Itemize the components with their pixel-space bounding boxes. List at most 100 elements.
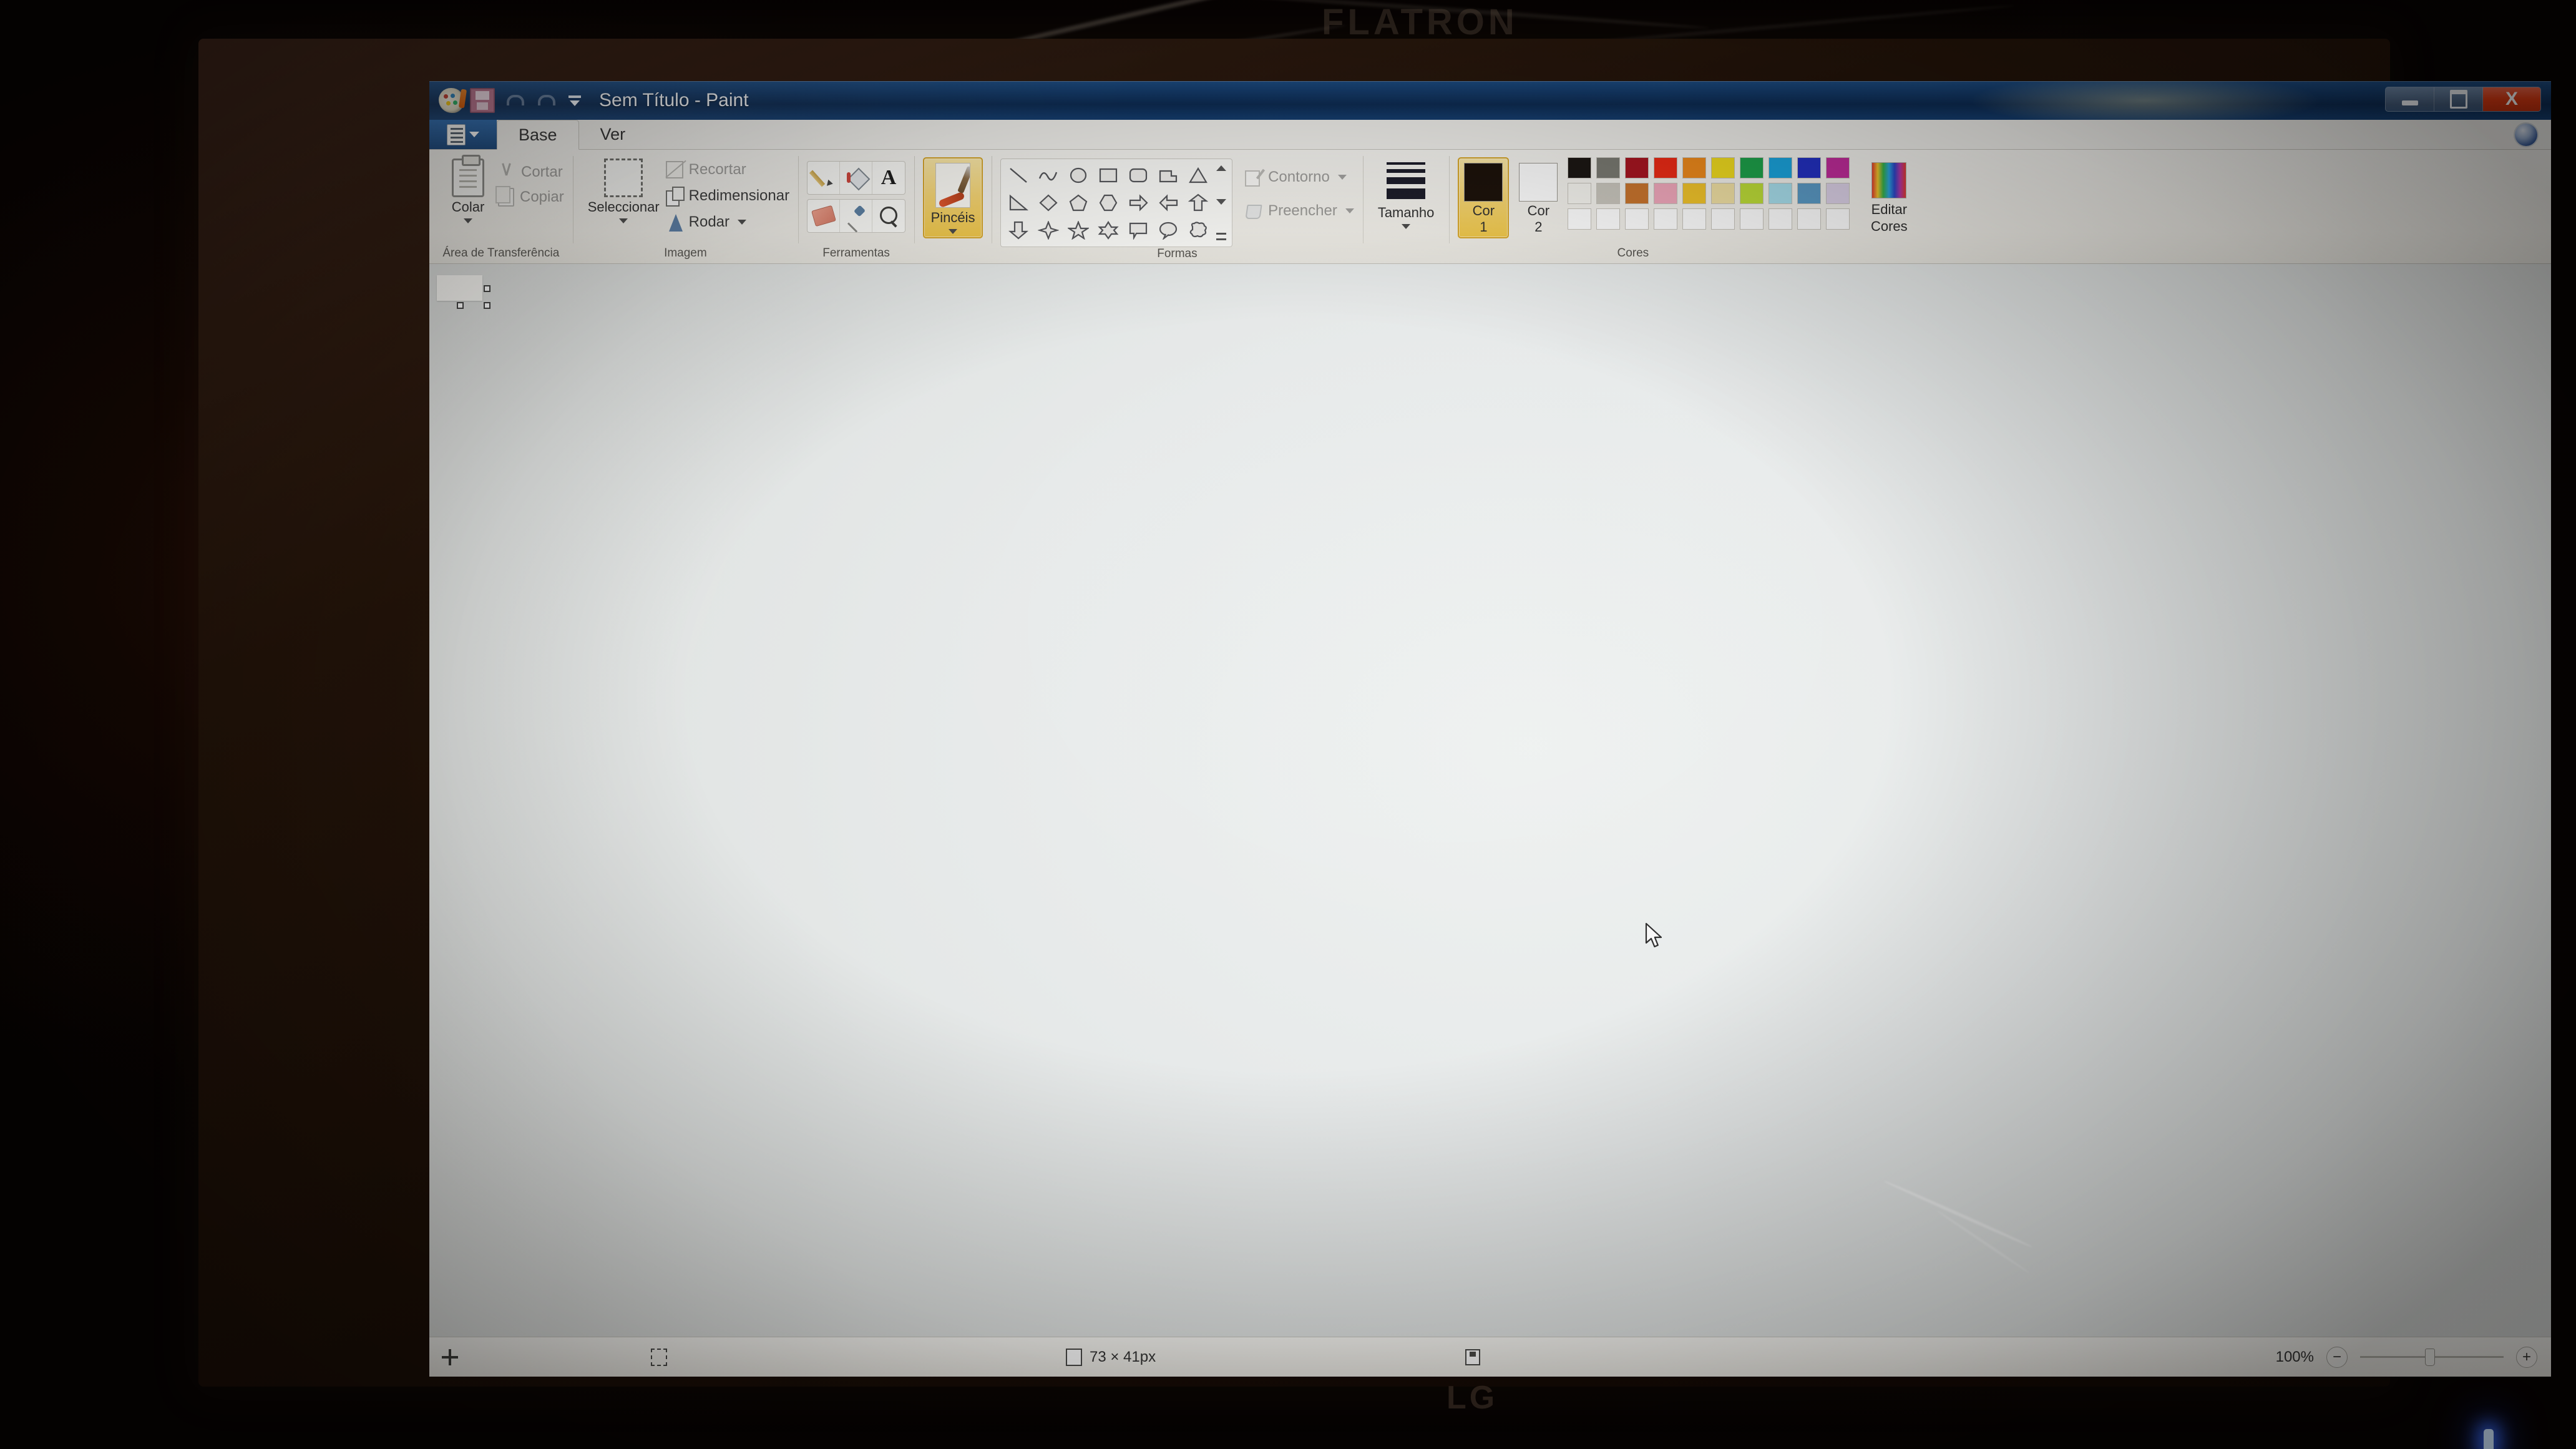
palette-swatch-3-10[interactable] xyxy=(1826,208,1850,230)
shape-cloud-callout[interactable] xyxy=(1183,217,1213,244)
palette-swatch-3-8[interactable] xyxy=(1769,208,1793,230)
color1-button[interactable]: Cor 1 xyxy=(1458,157,1510,239)
zoom-out-button[interactable]: − xyxy=(2326,1346,2348,1368)
edit-colors-button[interactable]: Editar Cores xyxy=(1858,157,1920,237)
palette-swatch-2-8[interactable] xyxy=(1769,183,1793,204)
shape-five-point-star[interactable] xyxy=(1063,217,1093,244)
scroll-up-icon[interactable] xyxy=(1216,165,1227,171)
fill-button[interactable]: Preencher xyxy=(1244,198,1354,223)
resize-button[interactable]: Redimensionar xyxy=(665,183,789,208)
color2-swatch xyxy=(1519,163,1558,202)
resize-handle-right[interactable] xyxy=(484,285,490,292)
scroll-down-icon[interactable] xyxy=(1216,199,1227,205)
palette-swatch-1-4[interactable] xyxy=(1654,157,1678,178)
size-label: Tamanho xyxy=(1377,205,1435,220)
line-size-icon xyxy=(1387,162,1426,199)
palette-swatch-1-1[interactable] xyxy=(1568,157,1592,178)
shape-oval[interactable] xyxy=(1063,162,1093,189)
palette-swatch-2-10[interactable] xyxy=(1826,183,1850,204)
outline-button[interactable]: Contorno xyxy=(1244,165,1354,190)
shape-diamond[interactable] xyxy=(1033,189,1063,217)
shape-rectangle[interactable] xyxy=(1093,162,1123,189)
palette-swatch-1-8[interactable] xyxy=(1769,157,1793,178)
palette-swatch-3-1[interactable] xyxy=(1568,208,1592,230)
palette-swatch-1-9[interactable] xyxy=(1797,157,1822,178)
customize-qat-icon[interactable] xyxy=(564,88,585,113)
crop-button[interactable]: Recortar xyxy=(665,157,789,182)
palette-swatch-2-7[interactable] xyxy=(1740,183,1764,204)
shape-six-point-star[interactable] xyxy=(1093,217,1123,244)
save-icon[interactable] xyxy=(470,88,495,113)
palette-swatch-3-7[interactable] xyxy=(1740,208,1764,230)
chevron-down-icon xyxy=(464,218,472,223)
text-tool-button[interactable]: A xyxy=(872,162,905,194)
shape-triangle[interactable] xyxy=(1183,162,1213,189)
resize-handle-bottom[interactable] xyxy=(456,302,464,309)
palette-swatch-1-6[interactable] xyxy=(1711,157,1735,178)
magnifier-tool-button[interactable] xyxy=(872,200,905,232)
shape-rounded-rectangle[interactable] xyxy=(1123,162,1153,189)
palette-swatch-2-6[interactable] xyxy=(1711,183,1735,204)
pencil-tool-button[interactable] xyxy=(807,162,841,194)
shape-hexagon[interactable] xyxy=(1093,189,1123,217)
tab-ver[interactable]: Ver xyxy=(579,120,647,149)
palette-swatch-3-5[interactable] xyxy=(1682,208,1707,230)
shape-line[interactable] xyxy=(1003,162,1033,189)
shape-down-arrow[interactable] xyxy=(1003,217,1033,244)
palette-swatch-3-6[interactable] xyxy=(1711,208,1735,230)
palette-swatch-3-3[interactable] xyxy=(1625,208,1649,230)
palette-swatch-1-5[interactable] xyxy=(1682,157,1707,178)
cut-button[interactable]: Cortar xyxy=(498,160,564,185)
resize-handle-corner[interactable] xyxy=(484,302,490,309)
palette-swatch-2-3[interactable] xyxy=(1625,183,1649,204)
palette-swatch-3-4[interactable] xyxy=(1654,208,1678,230)
undo-icon[interactable] xyxy=(501,88,526,113)
palette-swatch-3-9[interactable] xyxy=(1797,208,1822,230)
file-menu-button[interactable] xyxy=(429,120,497,149)
palette-swatch-1-3[interactable] xyxy=(1625,157,1649,178)
shape-four-point-star[interactable] xyxy=(1033,217,1063,244)
shape-left-arrow[interactable] xyxy=(1153,189,1183,217)
paste-button[interactable]: Colar xyxy=(438,155,498,226)
palette-swatch-3-2[interactable] xyxy=(1596,208,1621,230)
shape-up-arrow[interactable] xyxy=(1183,189,1213,217)
palette-swatch-2-9[interactable] xyxy=(1797,183,1822,204)
copy-button[interactable]: Copiar xyxy=(495,185,564,210)
select-button[interactable]: Seleccionar xyxy=(582,156,666,226)
shape-right-arrow[interactable] xyxy=(1123,189,1153,217)
color-picker-tool-button[interactable] xyxy=(840,200,873,232)
palette-swatch-1-10[interactable] xyxy=(1826,157,1850,178)
palette-swatch-1-7[interactable] xyxy=(1740,157,1764,178)
tab-base[interactable]: Base xyxy=(497,120,579,150)
shape-rectangular-callout[interactable] xyxy=(1123,217,1153,244)
shape-pentagon[interactable] xyxy=(1063,189,1093,217)
shape-right-triangle[interactable] xyxy=(1003,189,1033,217)
help-icon[interactable] xyxy=(2515,124,2537,146)
color2-button[interactable]: Cor 2 xyxy=(1514,157,1563,237)
eraser-tool-button[interactable] xyxy=(807,200,841,232)
zoom-slider-track[interactable] xyxy=(2360,1349,2504,1366)
palette-swatch-2-2[interactable] xyxy=(1596,183,1621,204)
shape-polygon[interactable] xyxy=(1153,162,1183,189)
brushes-button[interactable]: Pincéis xyxy=(923,157,983,238)
paint-icon[interactable] xyxy=(439,88,464,113)
maximize-button[interactable] xyxy=(2434,87,2483,111)
zoom-in-button[interactable]: + xyxy=(2516,1346,2537,1368)
more-shapes-icon[interactable] xyxy=(1216,233,1227,240)
close-button[interactable]: X xyxy=(2483,87,2540,111)
redo-icon[interactable] xyxy=(532,88,557,113)
canvas-work-area[interactable] xyxy=(429,264,2551,1337)
palette-swatch-1-2[interactable] xyxy=(1596,157,1621,178)
zoom-slider-thumb[interactable] xyxy=(2425,1349,2435,1366)
rotate-button[interactable]: Rodar xyxy=(666,210,789,235)
drawing-canvas[interactable] xyxy=(437,275,482,301)
palette-swatch-2-1[interactable] xyxy=(1568,183,1592,204)
palette-swatch-2-4[interactable] xyxy=(1654,183,1678,204)
minimize-button[interactable] xyxy=(2386,87,2434,111)
fill-tool-button[interactable] xyxy=(840,162,873,194)
title-bar[interactable]: Sem Título - Paint X xyxy=(429,81,2551,120)
palette-swatch-2-5[interactable] xyxy=(1682,183,1707,204)
shape-curve[interactable] xyxy=(1033,162,1063,189)
shape-oval-callout[interactable] xyxy=(1153,217,1183,244)
size-button[interactable]: Tamanho xyxy=(1372,160,1441,232)
